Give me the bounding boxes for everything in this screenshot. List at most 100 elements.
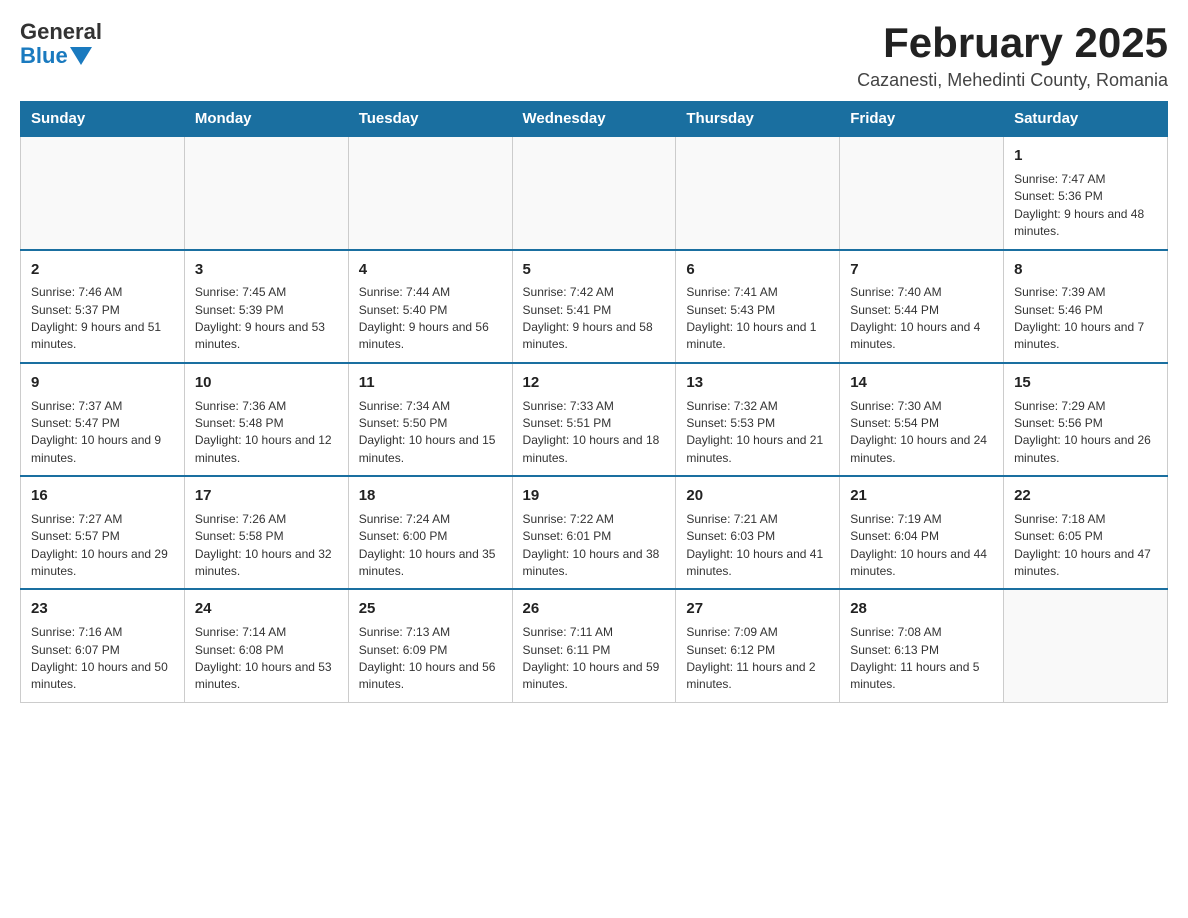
calendar-cell: 10 Sunrise: 7:36 AMSunset: 5:48 PMDayligh…	[184, 363, 348, 476]
logo-general: General	[20, 20, 102, 44]
day-number: 19	[523, 485, 666, 507]
day-header-sunday: Sunday	[21, 102, 185, 137]
day-info: Sunrise: 7:39 AMSunset: 5:46 PMDaylight:…	[1014, 284, 1157, 354]
day-info: Sunrise: 7:08 AMSunset: 6:13 PMDaylight:…	[850, 624, 993, 694]
day-number: 11	[359, 372, 502, 394]
day-number: 15	[1014, 372, 1157, 394]
day-info: Sunrise: 7:27 AMSunset: 5:57 PMDaylight:…	[31, 511, 174, 581]
month-title: February 2025	[857, 20, 1168, 66]
day-header-tuesday: Tuesday	[348, 102, 512, 137]
day-info: Sunrise: 7:37 AMSunset: 5:47 PMDaylight:…	[31, 398, 174, 468]
day-number: 13	[686, 372, 829, 394]
day-number: 6	[686, 259, 829, 281]
day-number: 16	[31, 485, 174, 507]
calendar-cell: 27 Sunrise: 7:09 AMSunset: 6:12 PMDayligh…	[676, 589, 840, 702]
calendar-cell	[1004, 589, 1168, 702]
day-info: Sunrise: 7:34 AMSunset: 5:50 PMDaylight:…	[359, 398, 502, 468]
calendar-cell: 17 Sunrise: 7:26 AMSunset: 5:58 PMDayligh…	[184, 476, 348, 589]
calendar-cell: 25 Sunrise: 7:13 AMSunset: 6:09 PMDayligh…	[348, 589, 512, 702]
calendar-cell: 18 Sunrise: 7:24 AMSunset: 6:00 PMDayligh…	[348, 476, 512, 589]
day-info: Sunrise: 7:21 AMSunset: 6:03 PMDaylight:…	[686, 511, 829, 581]
calendar-cell: 24 Sunrise: 7:14 AMSunset: 6:08 PMDayligh…	[184, 589, 348, 702]
page-header: General Blue February 2025 Cazanesti, Me…	[20, 20, 1168, 91]
day-info: Sunrise: 7:26 AMSunset: 5:58 PMDaylight:…	[195, 511, 338, 581]
calendar-cell: 8 Sunrise: 7:39 AMSunset: 5:46 PMDaylight…	[1004, 250, 1168, 363]
calendar-cell: 2Sunrise: 7:46 AMSunset: 5:37 PMDaylight…	[21, 250, 185, 363]
day-info: Sunrise: 7:41 AMSunset: 5:43 PMDaylight:…	[686, 284, 829, 354]
day-info: Sunrise: 7:29 AMSunset: 5:56 PMDaylight:…	[1014, 398, 1157, 468]
day-number: 25	[359, 598, 502, 620]
day-number: 5	[523, 259, 666, 281]
day-number: 10	[195, 372, 338, 394]
calendar-cell	[21, 136, 185, 249]
day-number: 28	[850, 598, 993, 620]
day-header-friday: Friday	[840, 102, 1004, 137]
day-number: 20	[686, 485, 829, 507]
calendar-cell: 1 Sunrise: 7:47 AMSunset: 5:36 PMDaylight…	[1004, 136, 1168, 249]
calendar-cell	[840, 136, 1004, 249]
day-info: Sunrise: 7:46 AMSunset: 5:37 PMDaylight:…	[31, 284, 174, 354]
calendar-cell	[676, 136, 840, 249]
day-number: 24	[195, 598, 338, 620]
day-number: 21	[850, 485, 993, 507]
day-headers-row: SundayMondayTuesdayWednesdayThursdayFrid…	[21, 102, 1168, 137]
calendar-cell	[348, 136, 512, 249]
day-info: Sunrise: 7:14 AMSunset: 6:08 PMDaylight:…	[195, 624, 338, 694]
day-header-saturday: Saturday	[1004, 102, 1168, 137]
day-info: Sunrise: 7:32 AMSunset: 5:53 PMDaylight:…	[686, 398, 829, 468]
day-number: 18	[359, 485, 502, 507]
day-info: Sunrise: 7:36 AMSunset: 5:48 PMDaylight:…	[195, 398, 338, 468]
calendar-cell: 5 Sunrise: 7:42 AMSunset: 5:41 PMDaylight…	[512, 250, 676, 363]
day-info: Sunrise: 7:11 AMSunset: 6:11 PMDaylight:…	[523, 624, 666, 694]
day-info: Sunrise: 7:30 AMSunset: 5:54 PMDaylight:…	[850, 398, 993, 468]
calendar-cell: 26 Sunrise: 7:11 AMSunset: 6:11 PMDayligh…	[512, 589, 676, 702]
calendar-cell: 12 Sunrise: 7:33 AMSunset: 5:51 PMDayligh…	[512, 363, 676, 476]
day-info: Sunrise: 7:40 AMSunset: 5:44 PMDaylight:…	[850, 284, 993, 354]
day-info: Sunrise: 7:18 AMSunset: 6:05 PMDaylight:…	[1014, 511, 1157, 581]
calendar-cell: 15 Sunrise: 7:29 AMSunset: 5:56 PMDayligh…	[1004, 363, 1168, 476]
day-number: 26	[523, 598, 666, 620]
calendar-cell: 28 Sunrise: 7:08 AMSunset: 6:13 PMDayligh…	[840, 589, 1004, 702]
day-info: Sunrise: 7:42 AMSunset: 5:41 PMDaylight:…	[523, 284, 666, 354]
calendar-cell: 19 Sunrise: 7:22 AMSunset: 6:01 PMDayligh…	[512, 476, 676, 589]
location-subtitle: Cazanesti, Mehedinti County, Romania	[857, 70, 1168, 91]
day-info: Sunrise: 7:24 AMSunset: 6:00 PMDaylight:…	[359, 511, 502, 581]
week-row-5: 23Sunrise: 7:16 AMSunset: 6:07 PMDayligh…	[21, 589, 1168, 702]
day-number: 1	[1014, 145, 1157, 167]
calendar-cell: 3Sunrise: 7:45 AMSunset: 5:39 PMDaylight…	[184, 250, 348, 363]
calendar-cell: 13 Sunrise: 7:32 AMSunset: 5:53 PMDayligh…	[676, 363, 840, 476]
day-number: 17	[195, 485, 338, 507]
day-number: 14	[850, 372, 993, 394]
logo: General Blue	[20, 20, 102, 68]
calendar-cell: 21 Sunrise: 7:19 AMSunset: 6:04 PMDayligh…	[840, 476, 1004, 589]
day-info: Sunrise: 7:33 AMSunset: 5:51 PMDaylight:…	[523, 398, 666, 468]
calendar-header: SundayMondayTuesdayWednesdayThursdayFrid…	[21, 102, 1168, 137]
calendar-cell: 16 Sunrise: 7:27 AMSunset: 5:57 PMDayligh…	[21, 476, 185, 589]
day-number: 3	[195, 259, 338, 281]
logo-blue: Blue	[20, 44, 68, 68]
calendar-cell: 14 Sunrise: 7:30 AMSunset: 5:54 PMDayligh…	[840, 363, 1004, 476]
calendar-cell	[512, 136, 676, 249]
day-number: 12	[523, 372, 666, 394]
day-info: Sunrise: 7:44 AMSunset: 5:40 PMDaylight:…	[359, 284, 502, 354]
day-number: 4	[359, 259, 502, 281]
calendar-cell: 11 Sunrise: 7:34 AMSunset: 5:50 PMDayligh…	[348, 363, 512, 476]
day-info: Sunrise: 7:22 AMSunset: 6:01 PMDaylight:…	[523, 511, 666, 581]
calendar-cell: 23Sunrise: 7:16 AMSunset: 6:07 PMDayligh…	[21, 589, 185, 702]
day-number: 7	[850, 259, 993, 281]
day-number: 8	[1014, 259, 1157, 281]
day-header-monday: Monday	[184, 102, 348, 137]
calendar-cell: 22 Sunrise: 7:18 AMSunset: 6:05 PMDayligh…	[1004, 476, 1168, 589]
day-number: 27	[686, 598, 829, 620]
day-info: Sunrise: 7:47 AMSunset: 5:36 PMDaylight:…	[1014, 171, 1157, 241]
day-header-wednesday: Wednesday	[512, 102, 676, 137]
day-info: Sunrise: 7:19 AMSunset: 6:04 PMDaylight:…	[850, 511, 993, 581]
calendar-cell: 6 Sunrise: 7:41 AMSunset: 5:43 PMDaylight…	[676, 250, 840, 363]
calendar-table: SundayMondayTuesdayWednesdayThursdayFrid…	[20, 101, 1168, 703]
day-info: Sunrise: 7:09 AMSunset: 6:12 PMDaylight:…	[686, 624, 829, 694]
logo-triangle-icon	[70, 47, 92, 65]
day-number: 22	[1014, 485, 1157, 507]
calendar-cell: 7 Sunrise: 7:40 AMSunset: 5:44 PMDaylight…	[840, 250, 1004, 363]
day-info: Sunrise: 7:13 AMSunset: 6:09 PMDaylight:…	[359, 624, 502, 694]
title-block: February 2025 Cazanesti, Mehedinti Count…	[857, 20, 1168, 91]
